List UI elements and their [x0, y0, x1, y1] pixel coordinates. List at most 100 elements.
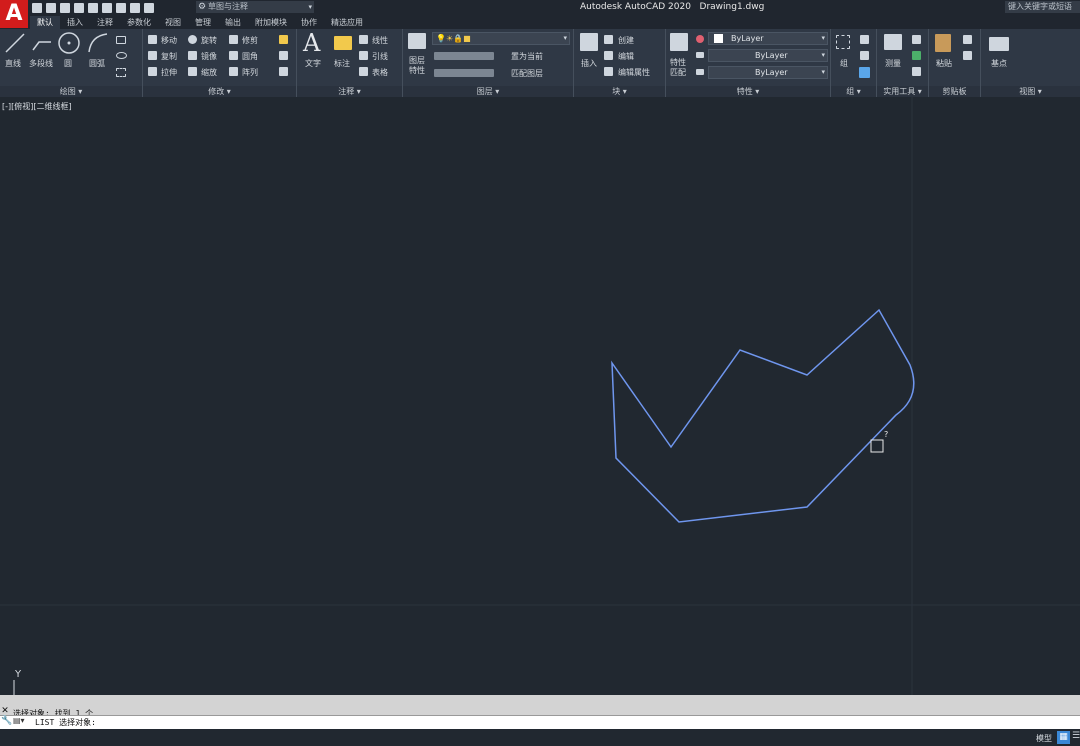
- move-icon[interactable]: [148, 35, 157, 44]
- tab-addins[interactable]: 附加模块: [248, 16, 294, 29]
- layer-properties-label[interactable]: 图层 特性: [409, 56, 425, 76]
- linear-tool-label[interactable]: 线性: [372, 35, 388, 46]
- modify-panel-title[interactable]: 修改 ▾: [143, 86, 296, 97]
- base-point-icon[interactable]: [989, 37, 1009, 51]
- leader-tool-label[interactable]: 引线: [372, 51, 388, 62]
- command-input[interactable]: LIST 选择对象:: [35, 717, 96, 728]
- measure-label[interactable]: 测量: [885, 58, 901, 69]
- group-edit-icon[interactable]: [860, 51, 869, 60]
- ungroup-icon[interactable]: [860, 35, 869, 44]
- tab-parametric[interactable]: 参数化: [120, 16, 158, 29]
- undo-icon[interactable]: [130, 3, 140, 13]
- dimension-tool-label[interactable]: 标注: [334, 58, 350, 69]
- clipboard-panel-title[interactable]: 剪贴板: [929, 86, 980, 97]
- array-icon[interactable]: [229, 67, 238, 76]
- tab-default[interactable]: 默认: [30, 16, 60, 29]
- tab-collaborate[interactable]: 协作: [294, 16, 324, 29]
- erase-icon[interactable]: [279, 35, 288, 44]
- scale-tool-label[interactable]: 缩放: [201, 67, 217, 78]
- layers-panel-title[interactable]: 图层 ▾: [403, 86, 573, 97]
- base-point-label[interactable]: 基点: [991, 58, 1007, 69]
- model-space-button[interactable]: 模型: [1036, 733, 1052, 744]
- open-icon[interactable]: [46, 3, 56, 13]
- hatch-icon[interactable]: [116, 68, 126, 77]
- array-tool-label[interactable]: 阵列: [242, 67, 258, 78]
- paste-label[interactable]: 粘贴: [936, 58, 952, 69]
- tab-manage[interactable]: 管理: [188, 16, 218, 29]
- set-current-label[interactable]: 置为当前: [511, 51, 543, 62]
- tab-output[interactable]: 输出: [218, 16, 248, 29]
- block-panel-title[interactable]: 块 ▾: [574, 86, 665, 97]
- web-mobile-icon[interactable]: [88, 3, 98, 13]
- save-as-icon[interactable]: [74, 3, 84, 13]
- lineweight-dropdown[interactable]: ByLayer ▾: [708, 66, 828, 79]
- fillet-tool-label[interactable]: 圆角: [242, 51, 258, 62]
- ellipse-icon[interactable]: [116, 52, 127, 59]
- tab-view[interactable]: 视图: [158, 16, 188, 29]
- quick-select-icon[interactable]: [912, 35, 921, 44]
- save-icon[interactable]: [60, 3, 70, 13]
- linear-dim-icon[interactable]: [359, 35, 368, 44]
- circle-icon[interactable]: [57, 31, 81, 55]
- fillet-icon[interactable]: [229, 51, 238, 60]
- workspace-dropdown[interactable]: ⚙ 草图与注释 ▾: [196, 1, 314, 13]
- wrench-icon[interactable]: 🔧: [1, 716, 12, 726]
- insert-label[interactable]: 插入: [581, 58, 597, 69]
- tab-annotate[interactable]: 注释: [90, 16, 120, 29]
- color-dropdown[interactable]: ByLayer ▾: [708, 32, 828, 45]
- recent-commands-icon[interactable]: ▤▾: [13, 716, 25, 725]
- dimension-icon[interactable]: [334, 36, 352, 50]
- cut-icon[interactable]: [963, 35, 972, 44]
- draw-panel-title[interactable]: 绘图 ▾: [0, 86, 142, 97]
- selected-polyline[interactable]: [611, 308, 915, 523]
- layer-dropdown[interactable]: 💡☀🔒■ 0 ▾: [432, 32, 570, 45]
- layer-tools-row1-icons[interactable]: [434, 52, 494, 60]
- linetype-dropdown[interactable]: ByLayer ▾: [708, 49, 828, 62]
- drawing-canvas[interactable]: ? Y: [0, 97, 1080, 695]
- redo-icon[interactable]: [144, 3, 154, 13]
- match-properties-label[interactable]: 特性 匹配: [670, 58, 686, 78]
- tab-insert[interactable]: 插入: [60, 16, 90, 29]
- group-icon[interactable]: [836, 35, 850, 49]
- utilities-panel-title[interactable]: 实用工具 ▾: [877, 86, 928, 97]
- stretch-icon[interactable]: [148, 67, 157, 76]
- copy-tool-label[interactable]: 复制: [161, 51, 177, 62]
- insert-block-icon[interactable]: [580, 33, 598, 51]
- group-select-icon[interactable]: [859, 67, 870, 78]
- line-tool-label[interactable]: 直线: [5, 58, 21, 69]
- measure-icon[interactable]: [884, 34, 902, 50]
- text-tool-label[interactable]: 文字: [305, 58, 321, 69]
- scale-icon[interactable]: [188, 67, 197, 76]
- copy-clip-icon[interactable]: [963, 51, 972, 60]
- application-menu-button[interactable]: A: [0, 0, 28, 28]
- layer-properties-icon[interactable]: [408, 33, 426, 49]
- arc-icon[interactable]: [87, 32, 109, 54]
- select-all-icon[interactable]: [912, 51, 921, 60]
- search-input[interactable]: 键入关键字或短语: [1005, 1, 1080, 13]
- rotate-icon[interactable]: [188, 35, 197, 44]
- polyline-tool-label[interactable]: 多段线: [29, 58, 53, 69]
- leader-icon[interactable]: [359, 51, 368, 60]
- text-icon[interactable]: A: [303, 29, 320, 57]
- trim-icon[interactable]: [229, 35, 238, 44]
- match-layer-label[interactable]: 匹配图层: [511, 68, 543, 79]
- trim-tool-label[interactable]: 修剪: [242, 35, 258, 46]
- layer-tools-row2-icons[interactable]: [434, 69, 494, 77]
- calculator-icon[interactable]: [912, 67, 921, 76]
- grid-icon[interactable]: ▦: [1057, 731, 1070, 744]
- stretch-tool-label[interactable]: 拉伸: [161, 67, 177, 78]
- group-label[interactable]: 组: [840, 58, 848, 69]
- match-properties-icon[interactable]: [670, 33, 688, 51]
- polyline-icon[interactable]: [31, 32, 53, 54]
- rectangle-icon[interactable]: [116, 36, 126, 44]
- copy-icon[interactable]: [148, 51, 157, 60]
- line-icon[interactable]: [4, 32, 26, 54]
- view-panel-title[interactable]: 视图 ▾: [981, 86, 1080, 97]
- mirror-tool-label[interactable]: 镜像: [201, 51, 217, 62]
- edit-attributes-icon[interactable]: [604, 67, 613, 76]
- explode-icon[interactable]: [279, 51, 288, 60]
- annotation-panel-title[interactable]: 注释 ▾: [297, 86, 402, 97]
- new-icon[interactable]: [32, 3, 42, 13]
- plot-icon[interactable]: [116, 3, 126, 13]
- arc-tool-label[interactable]: 圆弧: [89, 58, 105, 69]
